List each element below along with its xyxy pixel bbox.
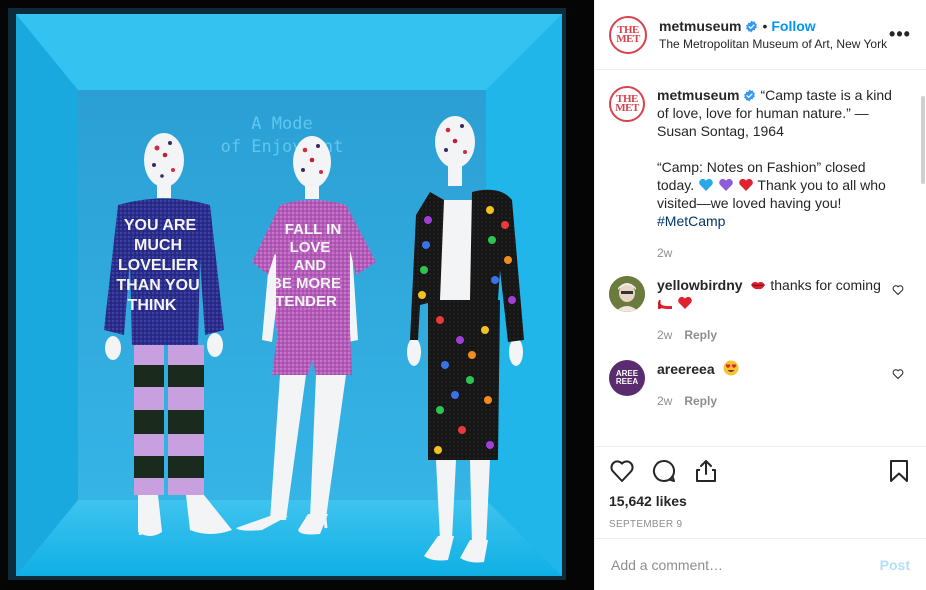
shirt1-line5: THINK bbox=[128, 297, 177, 314]
post-photo[interactable]: A Mode of Enjoyment YOU ARE MUCH LOVELIE… bbox=[0, 0, 594, 590]
photo-illustration: A Mode of Enjoyment YOU ARE MUCH LOVELIE… bbox=[0, 0, 594, 590]
account-avatar[interactable]: THE MET bbox=[609, 15, 647, 54]
logo-text-bottom: MET bbox=[616, 32, 640, 45]
avatar-text-bottom: REEA bbox=[615, 377, 639, 386]
hashtag-link[interactable]: #MetCamp bbox=[657, 213, 725, 229]
comment-bubble-icon[interactable] bbox=[651, 458, 677, 484]
comment-item: yellowbirdny thanks for coming 2w Reply bbox=[609, 276, 904, 344]
shirt2-line2: LOVE bbox=[290, 239, 331, 256]
post-location[interactable]: The Metropolitan Museum of Art, New York bbox=[659, 37, 888, 51]
shirt2-line3: AND bbox=[294, 257, 327, 274]
shirt2-line4: BE MORE bbox=[271, 275, 341, 292]
heart-icon[interactable] bbox=[609, 458, 635, 484]
verified-badge-icon bbox=[744, 89, 756, 102]
header-username[interactable]: metmuseum bbox=[659, 18, 741, 34]
red-heart-icon bbox=[678, 296, 692, 309]
post-side-panel: THE MET metmuseum • Follow The Metropoli… bbox=[594, 0, 926, 590]
comment-username[interactable]: areereea bbox=[657, 361, 715, 377]
high-heel-icon bbox=[658, 300, 672, 309]
shirt1-line2: MUCH bbox=[134, 237, 182, 254]
header-separator: • bbox=[762, 18, 768, 34]
comments-list[interactable]: THE MET metmuseum “Camp taste is a kind o… bbox=[595, 70, 920, 446]
blue-heart-icon bbox=[699, 178, 713, 191]
comment-item: AREE REEA areereea 2w Reply bbox=[609, 360, 904, 410]
post-comment-button[interactable]: Post bbox=[880, 557, 910, 573]
lips-icon bbox=[751, 281, 766, 290]
instagram-post-view: A Mode of Enjoyment YOU ARE MUCH LOVELIE… bbox=[0, 0, 926, 590]
comment-username[interactable]: yellowbirdny bbox=[657, 277, 743, 293]
comments-scrollbar[interactable] bbox=[921, 96, 925, 184]
comment-time[interactable]: 2w bbox=[657, 328, 672, 342]
share-icon[interactable] bbox=[693, 458, 719, 484]
heart-eyes-emoji-icon bbox=[723, 360, 739, 376]
shirt2-line1: FALL IN bbox=[285, 221, 341, 238]
caption-time[interactable]: 2w bbox=[657, 246, 672, 260]
comment-avatar[interactable]: AREE REEA bbox=[609, 360, 645, 396]
met-logo: THE MET bbox=[615, 94, 639, 114]
user-photo bbox=[609, 276, 645, 312]
logo-text-bottom: MET bbox=[615, 102, 639, 114]
comment-text: thanks for coming bbox=[770, 277, 881, 293]
add-comment-bar: Add a comment… Post bbox=[595, 538, 926, 590]
more-options-icon[interactable]: ••• bbox=[888, 24, 912, 45]
follow-button[interactable]: Follow bbox=[771, 18, 815, 34]
comment-avatar[interactable] bbox=[609, 276, 645, 312]
comment-like-icon[interactable] bbox=[892, 368, 904, 380]
shirt1-line3: LOVELIER bbox=[118, 257, 198, 274]
red-heart-icon bbox=[738, 178, 753, 191]
comment-input[interactable]: Add a comment… bbox=[611, 557, 880, 573]
post-date[interactable]: SEPTEMBER 9 bbox=[609, 519, 912, 530]
post-actions: 15,642 likes SEPTEMBER 9 bbox=[595, 446, 926, 530]
met-logo: THE MET bbox=[616, 24, 640, 45]
shirt2-line5: TENDER bbox=[275, 293, 337, 310]
likes-count[interactable]: 15,642 likes bbox=[609, 493, 912, 509]
wall-text-line1: A Mode bbox=[251, 114, 312, 134]
reply-button[interactable]: Reply bbox=[684, 328, 717, 342]
verified-badge-icon bbox=[746, 20, 758, 32]
comment-time[interactable]: 2w bbox=[657, 394, 672, 408]
bookmark-icon[interactable] bbox=[886, 458, 912, 484]
comment-like-icon[interactable] bbox=[892, 284, 904, 296]
shirt1-line1: YOU ARE bbox=[124, 217, 197, 234]
caption: THE MET metmuseum “Camp taste is a kind o… bbox=[609, 86, 904, 262]
purple-heart-icon bbox=[719, 178, 733, 191]
caption-avatar[interactable]: THE MET bbox=[609, 86, 645, 122]
reply-button[interactable]: Reply bbox=[684, 394, 717, 408]
caption-username[interactable]: metmuseum bbox=[657, 87, 739, 103]
post-header: THE MET metmuseum • Follow The Metropoli… bbox=[595, 0, 926, 70]
shirt1-line4: THAN YOU bbox=[116, 277, 199, 294]
